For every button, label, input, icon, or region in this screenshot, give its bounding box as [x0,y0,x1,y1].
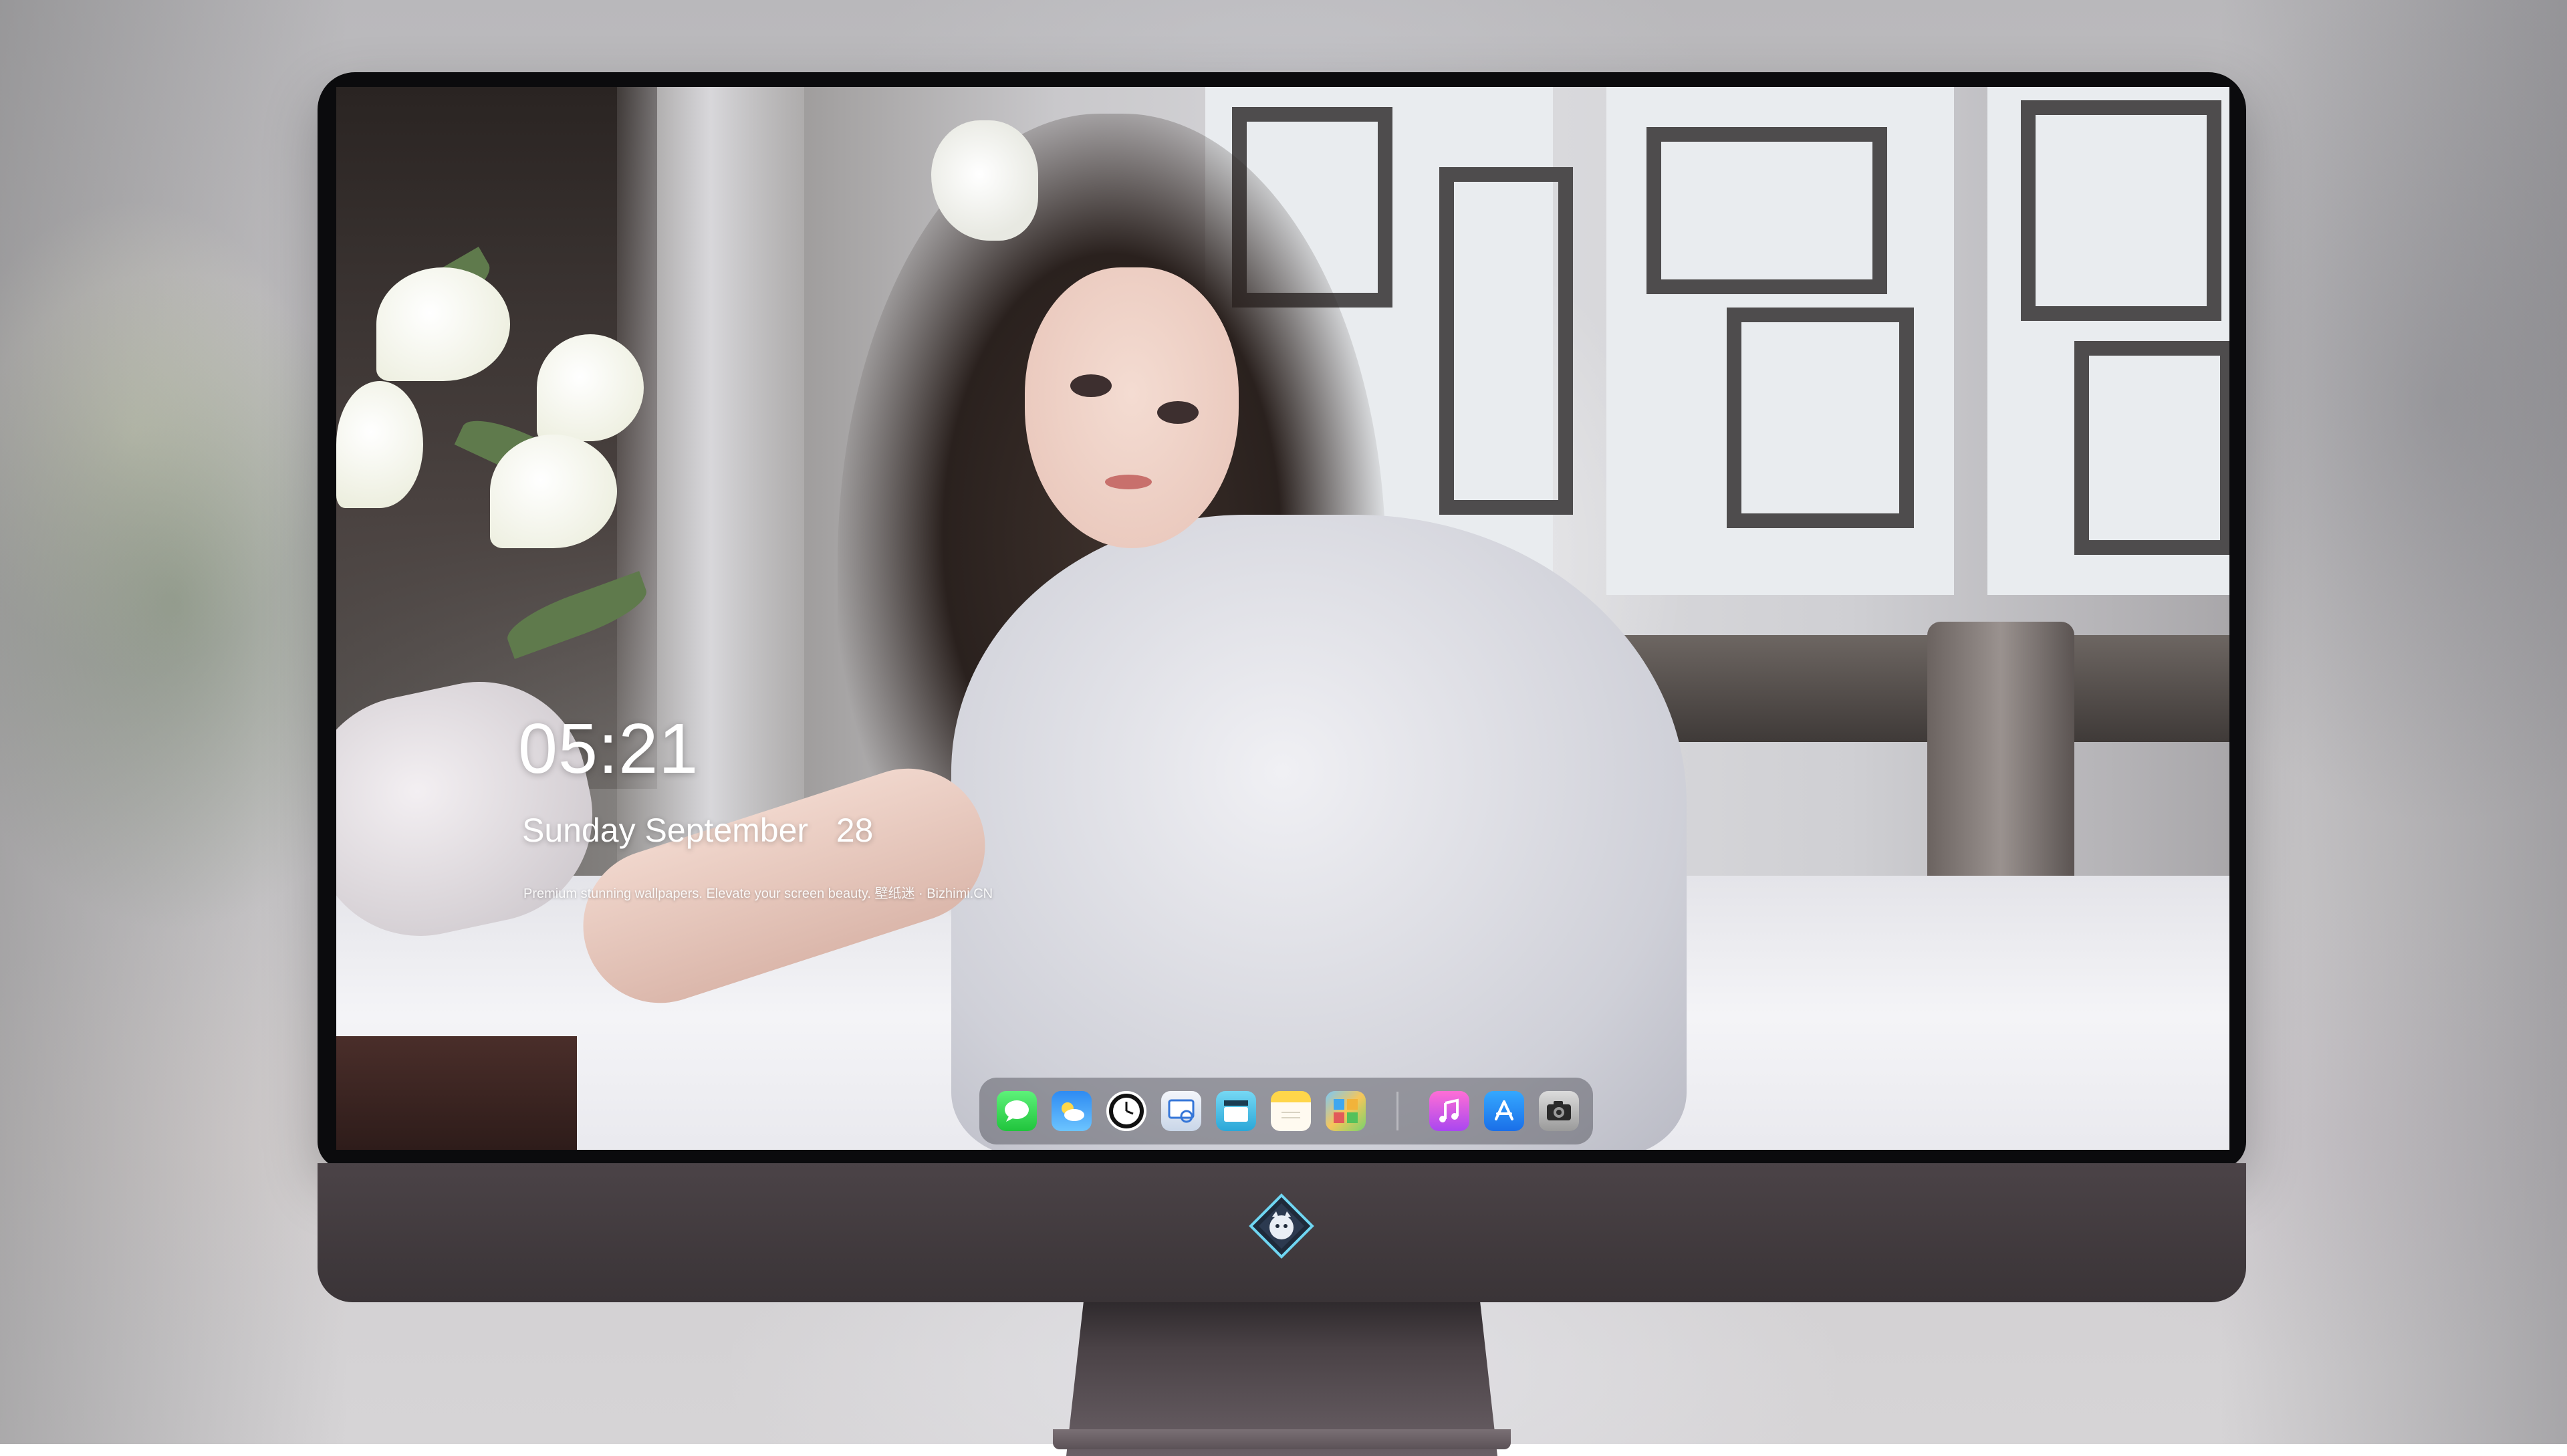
wallpaper-lattice [1646,127,1887,294]
messages-icon[interactable] [997,1091,1037,1131]
clock-icon[interactable] [1106,1091,1146,1131]
dock [979,1078,1593,1144]
lock-screen-time: 05:21 [518,709,699,788]
lock-screen-date: Sunday September 28 [522,812,874,849]
notes-icon[interactable] [1271,1091,1311,1131]
dragon-logo-icon [1248,1193,1315,1259]
camera-icon[interactable] [1539,1091,1579,1131]
photos-icon[interactable] [1326,1091,1366,1131]
wallpaper-figure-eye [1157,401,1199,424]
claquette-icon[interactable] [1216,1091,1256,1131]
monitor-stand-base [1053,1429,1511,1449]
wallpaper-bench-post [1927,622,2074,876]
wallpaper-figure-face [1025,267,1239,548]
preview-icon[interactable] [1161,1091,1201,1131]
monitor-chin [318,1163,2246,1302]
wallpaper-lattice [1439,167,1573,515]
wallpaper-figure-lips [1105,475,1152,489]
wallpaper-lattice [2074,341,2229,555]
wallpaper-figure-eye [1070,374,1112,397]
wallpaper-lily [537,334,644,441]
monitor-bezel: 05:21 Sunday September 28 Premium stunni… [318,72,2246,1169]
monitor: 05:21 Sunday September 28 Premium stunni… [318,72,2246,1456]
wallpaper-lily [336,381,423,508]
background-shade-left [0,0,348,1444]
wallpaper-tray [336,1036,577,1150]
wallpaper-lily [490,435,617,548]
wallpaper-lily [376,267,510,381]
lock-screen[interactable]: 05:21 Sunday September 28 Premium stunni… [336,87,2229,1150]
background-shade-right [2219,0,2567,1444]
app-store-icon[interactable] [1484,1091,1524,1131]
weather-icon[interactable] [1052,1091,1092,1131]
music-icon[interactable] [1429,1091,1469,1131]
wallpaper-lattice [1727,308,1914,528]
wallpaper-figure-dress [951,515,1687,1150]
dock-separator [1396,1092,1398,1130]
wallpaper-tagline: Premium stunning wallpapers. Elevate you… [523,886,993,901]
wallpaper-lattice [2021,100,2221,321]
